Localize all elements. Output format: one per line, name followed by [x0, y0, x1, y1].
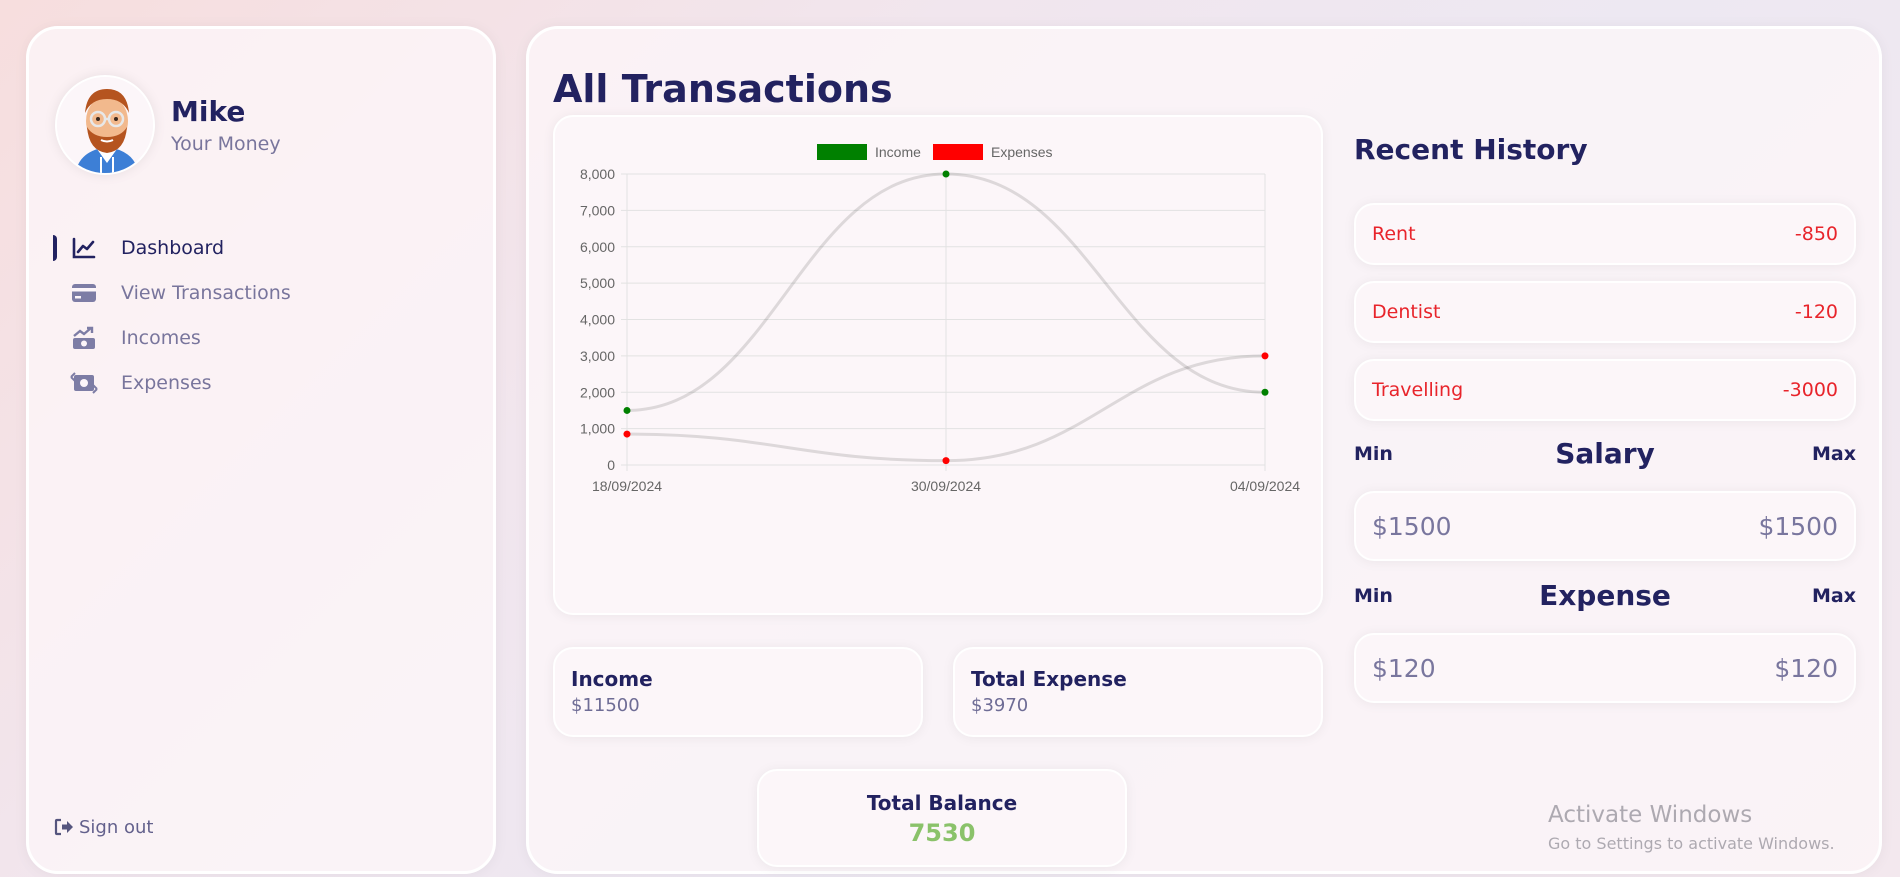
transactions-chart-card: 0 1,000 2,000 3,000 4,000 5,000 6,000 7,000 8,00… [553, 115, 1323, 615]
chart-line-icon [69, 235, 99, 261]
sidebar: Mike Your Money Dashboard View Transacti… [26, 26, 496, 874]
total-expense-value: $3970 [971, 695, 1029, 716]
salary-range-header: Min Salary Max [1354, 437, 1856, 473]
page-title: All Transactions [553, 67, 893, 111]
expense-range-header: Min Expense Max [1354, 579, 1856, 615]
avatar-image [57, 77, 153, 173]
history-item: Rent -850 [1354, 203, 1856, 265]
legend-label: Expenses [991, 144, 1052, 160]
data-point [623, 406, 631, 414]
legend-label: Income [875, 144, 921, 160]
sign-out-button[interactable]: Sign out [53, 814, 153, 840]
x-tick-label: 30/09/2024 [911, 478, 981, 494]
expense-min-value: $120 [1372, 653, 1436, 683]
user-name: Mike [171, 95, 246, 128]
data-point [1261, 352, 1269, 360]
expense-range-box: $120 $120 [1354, 633, 1856, 703]
x-tick-label: 18/09/2024 [592, 478, 662, 494]
total-balance-card: Total Balance 7530 [757, 769, 1127, 867]
user-subtitle: Your Money [171, 133, 281, 155]
nav-item-incomes[interactable]: Incomes [29, 315, 493, 360]
legend-swatch [933, 144, 983, 160]
y-tick-label: 6,000 [580, 239, 615, 255]
nav-item-label: Expenses [121, 371, 212, 394]
nav-item-dashboard[interactable]: Dashboard [29, 225, 493, 270]
y-tick-label: 7,000 [580, 202, 615, 218]
expense-max-value: $120 [1774, 653, 1838, 683]
history-item-amount: -3000 [1782, 379, 1838, 401]
history-item: Travelling -3000 [1354, 359, 1856, 421]
total-balance-label: Total Balance [866, 791, 1018, 815]
watermark-title: Activate Windows [1548, 802, 1753, 828]
y-tick-label: 0 [607, 457, 615, 473]
total-income-card: Income $11500 [553, 647, 923, 737]
history-item-title: Rent [1372, 223, 1416, 245]
data-point [942, 170, 950, 178]
activate-windows-watermark: Activate Windows Go to Settings to activ… [1548, 802, 1835, 853]
history-item: Dentist -120 [1354, 281, 1856, 343]
total-income-label: Income [571, 667, 653, 691]
history-item-title: Dentist [1372, 301, 1441, 323]
nav-item-label: Incomes [121, 326, 201, 349]
sign-out-label: Sign out [79, 816, 154, 838]
y-tick-label: 8,000 [580, 166, 615, 182]
recent-history-title: Recent History [1354, 133, 1588, 166]
expense-title: Expense [1539, 579, 1671, 612]
history-item-amount: -120 [1794, 301, 1838, 323]
salary-title: Salary [1555, 437, 1655, 470]
expense-max-label: Max [1812, 585, 1856, 607]
y-tick-label: 5,000 [580, 275, 615, 291]
y-tick-label: 1,000 [580, 421, 615, 437]
nav-item-label: View Transactions [121, 281, 291, 304]
legend-swatch [817, 144, 867, 160]
data-point [942, 457, 950, 465]
main-content: All Transactions 0 1,000 2,000 3,000 4,000 5,… [526, 26, 1882, 874]
watermark-subtitle: Go to Settings to activate Windows. [1548, 834, 1835, 853]
salary-max-label: Max [1812, 443, 1856, 465]
history-item-title: Travelling [1372, 379, 1464, 401]
salary-max-value: $1500 [1758, 511, 1838, 541]
nav-item-label: Dashboard [121, 236, 225, 259]
total-balance-value: 7530 [908, 819, 976, 847]
credit-card-icon [69, 280, 99, 306]
nav-menu: Dashboard View Transactions Incomes Expe… [29, 225, 493, 405]
nav-item-expenses[interactable]: Expenses [29, 360, 493, 405]
total-expense-label: Total Expense [971, 667, 1127, 691]
total-expense-card: Total Expense $3970 [953, 647, 1323, 737]
money-bill-transfer-icon [69, 370, 99, 396]
data-point [1261, 388, 1269, 396]
sign-out-icon [53, 814, 75, 840]
salary-min-value: $1500 [1372, 511, 1452, 541]
y-tick-label: 4,000 [580, 312, 615, 328]
y-tick-label: 3,000 [580, 348, 615, 364]
history-item-amount: -850 [1794, 223, 1838, 245]
money-bill-trend-up-icon [69, 325, 99, 351]
data-point [623, 430, 631, 438]
avatar [55, 75, 155, 175]
salary-range-box: $1500 $1500 [1354, 491, 1856, 561]
y-tick-label: 2,000 [580, 384, 615, 400]
x-tick-label: 04/09/2024 [1230, 478, 1300, 494]
total-income-value: $11500 [571, 695, 640, 716]
transactions-chart: 0 1,000 2,000 3,000 4,000 5,000 6,000 7,000 8,00… [580, 144, 1300, 494]
nav-item-view-transactions[interactable]: View Transactions [29, 270, 493, 315]
